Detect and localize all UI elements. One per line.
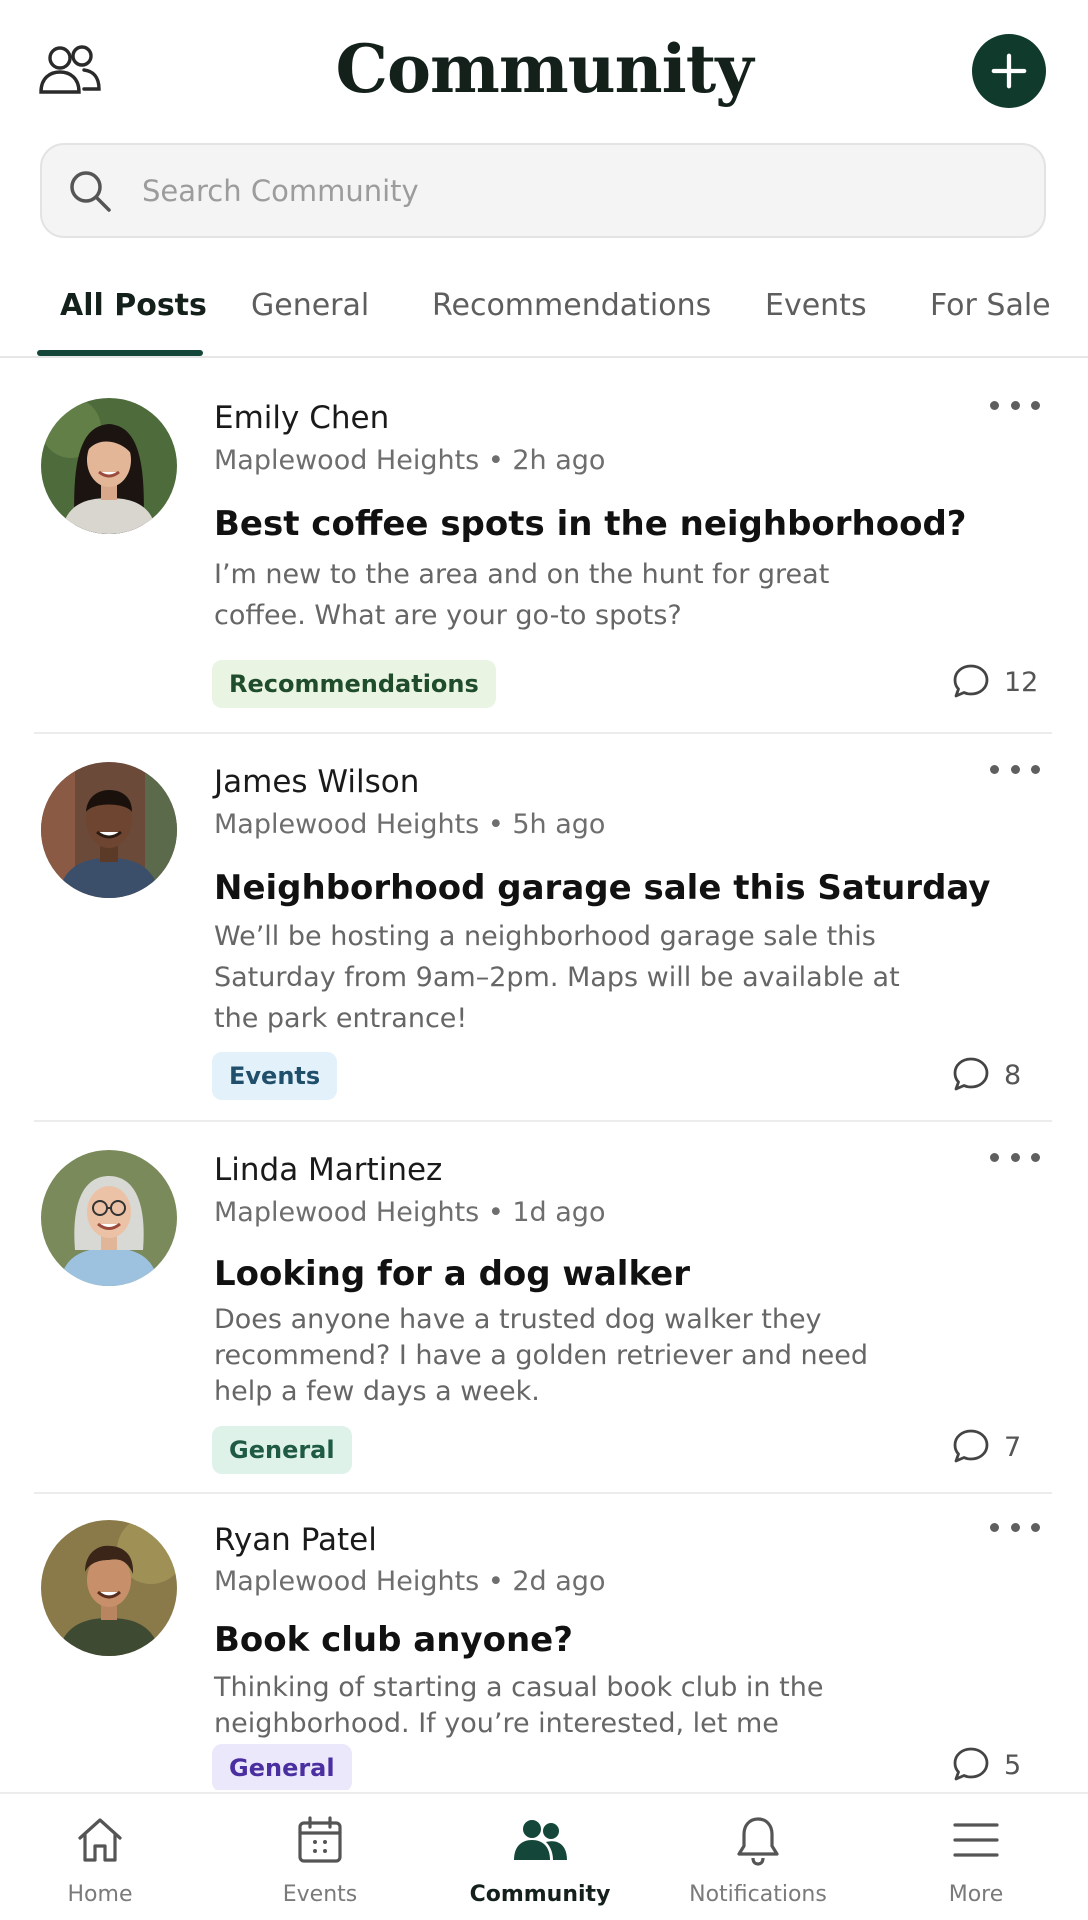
post-card[interactable]: Emily Chen Maplewood Heights • 2h ago Be…: [34, 360, 1052, 734]
post-card[interactable]: Ryan Patel Maplewood Heights • 2d ago Bo…: [34, 1494, 1052, 1790]
author-name[interactable]: James Wilson: [214, 764, 419, 800]
comment-icon: [953, 1429, 989, 1463]
nav-more[interactable]: More: [886, 1812, 1066, 1907]
page-title: Community: [335, 30, 753, 108]
post-meta: Maplewood Heights • 1d ago: [214, 1197, 606, 1228]
timestamp: 2h ago: [512, 445, 606, 476]
tag-badge[interactable]: Recommendations: [212, 660, 496, 708]
comment-count: 12: [1004, 666, 1039, 698]
menu-icon: [953, 1823, 999, 1857]
tab-recommendations[interactable]: Recommendations: [432, 288, 711, 323]
comment-icon: [953, 1747, 989, 1781]
tab-events[interactable]: Events: [765, 288, 867, 323]
more-options-icon[interactable]: [990, 754, 1040, 784]
avatar[interactable]: [41, 1520, 177, 1656]
location: Maplewood Heights: [214, 445, 480, 476]
nav-label: More: [948, 1882, 1004, 1907]
nav-label: Events: [282, 1882, 358, 1907]
post-title[interactable]: Best coffee spots in the neighborhood?: [214, 504, 967, 544]
post-card[interactable]: James Wilson Maplewood Heights • 5h ago …: [34, 734, 1052, 1122]
add-post-button[interactable]: [972, 34, 1046, 108]
timestamp: 5h ago: [512, 809, 606, 840]
nav-label: Home: [67, 1882, 133, 1907]
comment-count: 5: [1004, 1749, 1022, 1781]
calendar-icon: [298, 1816, 342, 1863]
nav-notifications[interactable]: Notifications: [668, 1812, 848, 1907]
author-name[interactable]: Linda Martinez: [214, 1152, 442, 1188]
location: Maplewood Heights: [214, 1566, 480, 1597]
bell-icon: [737, 1817, 779, 1866]
nav-events[interactable]: Events: [230, 1812, 410, 1907]
category-tabs: All Posts General Recommendations Events…: [0, 270, 1088, 358]
location: Maplewood Heights: [214, 809, 480, 840]
tab-general[interactable]: General: [251, 288, 369, 323]
plus-icon: [991, 53, 1027, 89]
post-meta: Maplewood Heights • 2d ago: [214, 1566, 606, 1597]
post-title[interactable]: Looking for a dog walker: [214, 1254, 690, 1294]
comments-button[interactable]: 7: [952, 1428, 1021, 1466]
nav-community[interactable]: Community: [450, 1812, 630, 1907]
tag-badge[interactable]: Events: [212, 1052, 338, 1100]
post-body: We’ll be hosting a neighborhood garage s…: [214, 921, 900, 1034]
post-meta: Maplewood Heights • 5h ago: [214, 809, 606, 840]
search-input[interactable]: [142, 173, 1044, 208]
timestamp: 1d ago: [512, 1197, 606, 1228]
comments-button[interactable]: 12: [952, 663, 1038, 701]
bottom-navigation: Home Events Community Notifications More: [0, 1792, 1088, 1920]
post-title[interactable]: Neighborhood garage sale this Saturday: [214, 868, 990, 908]
avatar[interactable]: [41, 1150, 177, 1286]
more-options-icon[interactable]: [990, 1142, 1040, 1172]
comments-button[interactable]: 8: [952, 1056, 1021, 1094]
tag-badge[interactable]: General: [212, 1744, 352, 1790]
comment-count: 8: [1004, 1059, 1022, 1091]
post-card[interactable]: Linda Martinez Maplewood Heights • 1d ag…: [34, 1122, 1052, 1494]
community-icon: [514, 1820, 567, 1860]
author-name[interactable]: Emily Chen: [214, 400, 389, 436]
post-body: Does anyone have a trusted dog walker th…: [214, 1304, 869, 1407]
timestamp: 2d ago: [512, 1566, 606, 1597]
search-icon: [70, 170, 111, 212]
home-icon: [78, 1818, 122, 1862]
nav-label: Community: [469, 1882, 611, 1907]
nav-home[interactable]: Home: [10, 1812, 190, 1907]
more-options-icon[interactable]: [990, 1512, 1040, 1542]
post-title[interactable]: Book club anyone?: [214, 1620, 573, 1660]
tab-for-sale[interactable]: For Sale: [930, 288, 1051, 323]
comment-icon: [953, 664, 989, 698]
post-body: I’m new to the area and on the hunt for …: [214, 559, 830, 631]
comment-icon: [953, 1057, 989, 1091]
post-feed[interactable]: Emily Chen Maplewood Heights • 2h ago Be…: [0, 360, 1088, 1790]
search-bar[interactable]: [40, 143, 1046, 238]
active-tab-indicator: [37, 350, 203, 356]
post-meta: Maplewood Heights • 2h ago: [214, 445, 606, 476]
tag-badge[interactable]: General: [212, 1426, 352, 1474]
nav-label: Notifications: [689, 1882, 827, 1907]
avatar[interactable]: [41, 762, 177, 898]
app-header: Community: [0, 0, 1088, 140]
tab-all-posts[interactable]: All Posts: [60, 288, 207, 323]
comment-count: 7: [1004, 1431, 1022, 1463]
more-options-icon[interactable]: [990, 390, 1040, 420]
avatar[interactable]: [41, 398, 177, 534]
author-name[interactable]: Ryan Patel: [214, 1522, 377, 1558]
location: Maplewood Heights: [214, 1197, 480, 1228]
comments-button[interactable]: 5: [952, 1746, 1021, 1784]
